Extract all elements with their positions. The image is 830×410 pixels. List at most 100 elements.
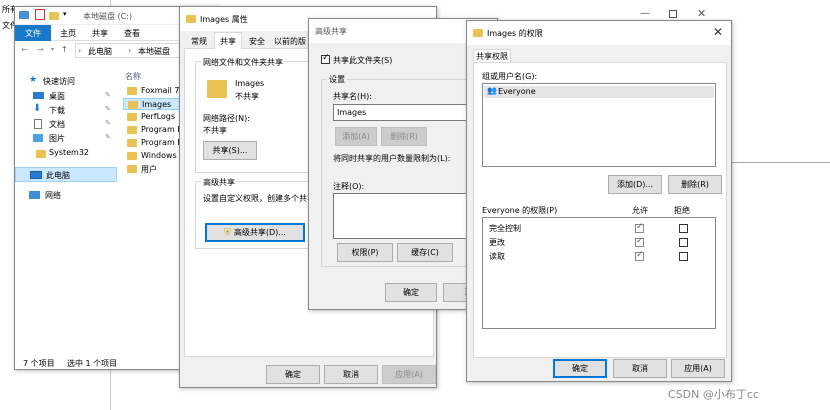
forward-arrow-icon[interactable]: → bbox=[37, 45, 44, 54]
pin-icon[interactable]: ✎ bbox=[105, 133, 111, 141]
quick-access-dropdown-icon[interactable]: ▾ bbox=[63, 10, 67, 18]
permissions-ok-button[interactable]: 确定 bbox=[553, 359, 607, 378]
ribbon-tab-home[interactable]: 主页 bbox=[53, 25, 83, 41]
history-dropdown-icon[interactable]: ▾ bbox=[51, 46, 54, 53]
nav-item-documents-label: 文档 bbox=[49, 120, 65, 129]
nav-item-pictures-label: 图片 bbox=[49, 134, 65, 143]
permissions-dialog: Images 的权限 ✕ 共享权限 组或用户名(G): 👥 Everyone 添… bbox=[466, 20, 732, 382]
pin-icon[interactable]: ✎ bbox=[105, 105, 111, 113]
nav-item-downloads[interactable]: ⬇ 下载 ✎ bbox=[19, 103, 119, 117]
properties-apply-button[interactable]: 应用(A) bbox=[382, 365, 436, 384]
permissions-cancel-button[interactable]: 取消 bbox=[613, 359, 667, 378]
deny-checkbox[interactable] bbox=[679, 224, 688, 233]
tab-share-permissions[interactable]: 共享权限 bbox=[473, 49, 511, 63]
ribbon-tab-file[interactable]: 文件 bbox=[15, 25, 51, 41]
permission-list-label: Everyone 的权限(P) bbox=[482, 206, 558, 215]
advanced-ok-button[interactable]: 确定 bbox=[385, 283, 437, 302]
nav-this-pc[interactable]: 此电脑 bbox=[15, 167, 117, 182]
folder-quick-icon[interactable] bbox=[49, 11, 59, 21]
nav-item-system32[interactable]: System32 bbox=[19, 147, 119, 160]
maximize-icon[interactable] bbox=[669, 10, 677, 18]
share-name-label: 共享名(H): bbox=[333, 92, 372, 101]
column-header-name[interactable]: 名称 bbox=[125, 71, 141, 82]
share-folder-checkbox-label: 共享此文件夹(S) bbox=[333, 56, 393, 65]
folder-icon bbox=[127, 164, 137, 174]
properties-title: Images 属性 bbox=[200, 15, 248, 24]
remove-user-button[interactable]: 删除(R) bbox=[668, 175, 722, 194]
navigation-pane: ★ 快速访问 桌面 ✎ ⬇ 下载 ✎ 文档 ✎ 图片 ✎ System32 此电… bbox=[15, 63, 121, 353]
permission-row: 读取 bbox=[483, 250, 715, 263]
file-name: Windows bbox=[141, 151, 177, 160]
star-icon: ★ bbox=[29, 75, 38, 85]
permission-row: 完全控制 bbox=[483, 222, 715, 235]
allow-checkbox[interactable] bbox=[635, 236, 644, 247]
advanced-sharing-button-label: 高级共享(D)... bbox=[233, 228, 286, 237]
allow-column-header: 允许 bbox=[632, 206, 648, 215]
properties-ok-button[interactable]: 确定 bbox=[266, 365, 320, 384]
advanced-sharing-description: 设置自定义权限，创建多个共享, bbox=[203, 194, 318, 203]
folder-icon bbox=[127, 112, 137, 122]
folder-icon bbox=[127, 151, 137, 161]
permission-row: 更改 bbox=[483, 236, 715, 249]
tab-sharing[interactable]: 共享 bbox=[214, 32, 242, 49]
nav-item-desktop-label: 桌面 bbox=[49, 92, 65, 101]
nav-quick-access-label: 快速访问 bbox=[43, 77, 75, 86]
large-folder-icon bbox=[207, 79, 227, 99]
watermark: CSDN @小布丁cc bbox=[668, 388, 759, 401]
nav-network[interactable]: 网络 bbox=[19, 189, 119, 202]
user-list[interactable]: 👥 Everyone bbox=[482, 83, 716, 167]
allow-checkbox[interactable] bbox=[635, 250, 644, 261]
folder-icon bbox=[36, 149, 46, 159]
deny-checkbox[interactable] bbox=[679, 252, 688, 261]
minimize-icon[interactable]: — bbox=[640, 8, 650, 19]
ribbon-tab-view[interactable]: 查看 bbox=[117, 25, 147, 41]
tab-general[interactable]: 常规 bbox=[186, 34, 212, 49]
breadcrumb-local-disk[interactable]: 本地磁盘 bbox=[138, 46, 170, 57]
status-item-count: 7 个项目 bbox=[23, 359, 55, 368]
add-share-button[interactable]: 添加(A) bbox=[335, 127, 377, 146]
nav-item-downloads-label: 下载 bbox=[49, 106, 65, 115]
desktop-icon bbox=[33, 92, 44, 99]
group-user-label: 组或用户名(G): bbox=[482, 72, 538, 81]
permission-name: 完全控制 bbox=[489, 224, 521, 233]
network-icon bbox=[29, 191, 40, 199]
nav-item-desktop[interactable]: 桌面 ✎ bbox=[19, 90, 119, 103]
remove-share-button[interactable]: 删除(R) bbox=[381, 127, 427, 146]
folder-icon bbox=[128, 100, 138, 110]
user-name: Everyone bbox=[498, 87, 536, 96]
share-button[interactable]: 共享(S)... bbox=[203, 141, 257, 160]
caching-button[interactable]: 缓存(C) bbox=[397, 243, 453, 262]
nav-item-pictures[interactable]: 图片 ✎ bbox=[19, 132, 119, 145]
close-icon[interactable]: ✕ bbox=[697, 7, 706, 20]
network-sharing-group-title: 网络文件和文件夹共享 bbox=[201, 57, 285, 68]
add-user-button[interactable]: 添加(D)... bbox=[608, 175, 662, 194]
back-arrow-icon[interactable]: ← bbox=[21, 45, 28, 54]
permissions-button[interactable]: 权限(P) bbox=[337, 243, 393, 262]
user-list-item[interactable]: 👥 Everyone bbox=[484, 86, 714, 98]
tab-security[interactable]: 安全 bbox=[244, 34, 270, 49]
up-arrow-icon[interactable]: ↑ bbox=[61, 45, 68, 54]
ribbon-tab-share[interactable]: 共享 bbox=[85, 25, 115, 41]
pin-icon[interactable]: ✎ bbox=[105, 119, 111, 127]
permissions-apply-button[interactable]: 应用(A) bbox=[671, 359, 725, 378]
allow-checkbox[interactable] bbox=[635, 222, 644, 233]
user-limit-label: 将同时共享的用户数量限制为(L): bbox=[333, 154, 451, 163]
folder-icon bbox=[127, 125, 137, 135]
checkbox-icon bbox=[321, 53, 330, 64]
comment-label: 注释(O): bbox=[333, 182, 365, 191]
users-icon: 👥 bbox=[487, 86, 497, 95]
explorer-app-icon bbox=[19, 11, 29, 19]
file-name: 用户 bbox=[141, 165, 157, 174]
breadcrumb-this-pc[interactable]: 此电脑 bbox=[88, 46, 112, 57]
properties-quick-icon[interactable] bbox=[35, 9, 45, 20]
shared-folder-name: Images bbox=[235, 79, 265, 88]
nav-item-documents[interactable]: 文档 ✎ bbox=[19, 118, 119, 131]
permissions-title: Images 的权限 bbox=[487, 29, 543, 38]
permission-name: 更改 bbox=[489, 238, 505, 247]
nav-quick-access[interactable]: ★ 快速访问 bbox=[19, 75, 119, 88]
close-icon[interactable]: ✕ bbox=[713, 25, 723, 39]
properties-cancel-button[interactable]: 取消 bbox=[324, 365, 378, 384]
pin-icon[interactable]: ✎ bbox=[105, 91, 111, 99]
advanced-sharing-button[interactable]: ⛨ 高级共享(D)... bbox=[205, 223, 305, 242]
deny-checkbox[interactable] bbox=[679, 238, 688, 247]
